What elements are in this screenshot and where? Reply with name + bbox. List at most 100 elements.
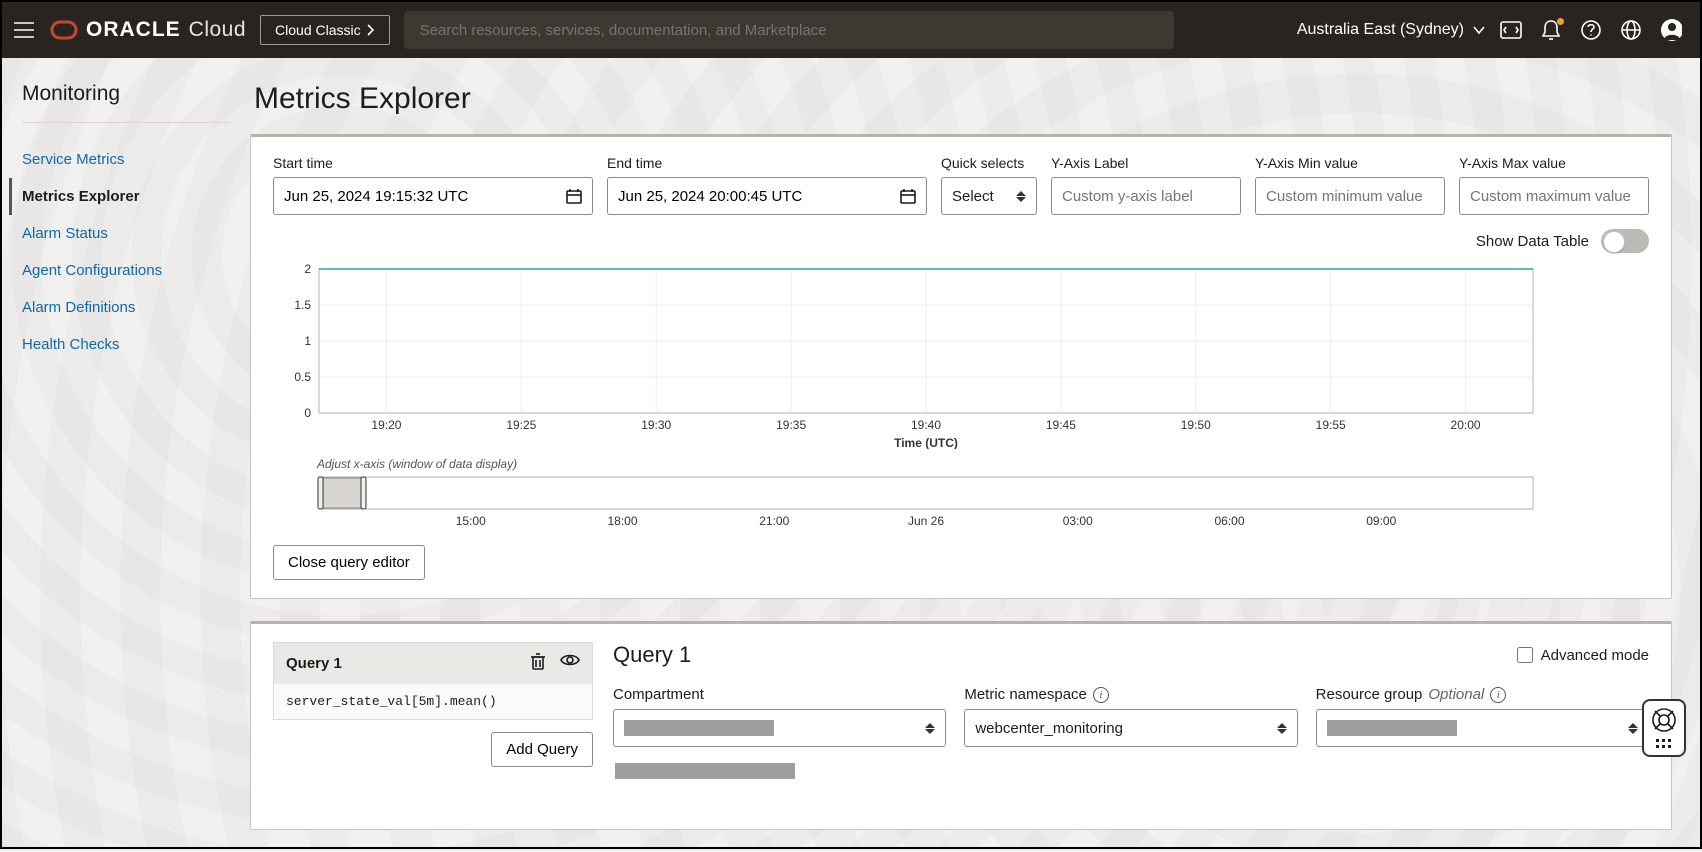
- grid-icon: [1656, 739, 1672, 749]
- select-stepper-icon: [925, 723, 935, 734]
- oracle-cloud-logo[interactable]: ORACLE Cloud: [50, 18, 246, 42]
- svg-text:19:55: 19:55: [1316, 418, 1346, 432]
- header-icons: [1500, 19, 1690, 41]
- svg-text:15:00: 15:00: [456, 514, 486, 528]
- calendar-icon: [899, 187, 916, 205]
- namespace-label: Metric namespace: [964, 686, 1087, 703]
- adjust-xaxis-label: Adjust x-axis (window of data display): [317, 457, 1649, 471]
- yaxis-max-input[interactable]: [1470, 188, 1638, 205]
- yaxis-min-field[interactable]: [1255, 177, 1445, 215]
- end-time-label: End time: [607, 155, 927, 171]
- compartment-label: Compartment: [613, 686, 704, 703]
- cloud-classic-button[interactable]: Cloud Classic: [260, 15, 390, 45]
- sidebar-item-health-checks[interactable]: Health Checks: [22, 326, 230, 363]
- sidebar-item-service-metrics[interactable]: Service Metrics: [22, 141, 230, 178]
- metrics-chart[interactable]: 0 0.5 1 1.5 2 19:20 19:25 19:30 19:35 19:40 19:45 1…: [273, 259, 1553, 449]
- profile-icon[interactable]: [1660, 19, 1682, 41]
- select-stepper-icon: [1016, 191, 1026, 202]
- svg-text:19:35: 19:35: [776, 418, 806, 432]
- sidebar-item-alarm-definitions[interactable]: Alarm Definitions: [22, 289, 230, 326]
- search-input[interactable]: [420, 22, 1158, 39]
- sidebar-item-agent-configurations[interactable]: Agent Configurations: [22, 252, 230, 289]
- advanced-mode-control[interactable]: Advanced mode: [1517, 647, 1649, 664]
- support-button[interactable]: [1642, 699, 1686, 757]
- svg-text:19:45: 19:45: [1046, 418, 1076, 432]
- menu-icon[interactable]: [12, 20, 36, 40]
- quick-selects-label: Quick selects: [941, 155, 1037, 171]
- svg-text:21:00: 21:00: [759, 514, 789, 528]
- help-icon[interactable]: [1580, 19, 1602, 41]
- quick-selects-value: Select: [952, 188, 994, 205]
- svg-text:Time (UTC): Time (UTC): [894, 436, 958, 449]
- yaxis-label-input[interactable]: [1062, 188, 1230, 205]
- svg-text:19:30: 19:30: [641, 418, 671, 432]
- show-data-table-label: Show Data Table: [1476, 233, 1589, 250]
- calendar-icon: [565, 187, 582, 205]
- lifebuoy-icon: [1651, 707, 1677, 733]
- svg-text:09:00: 09:00: [1366, 514, 1396, 528]
- svg-text:1.5: 1.5: [294, 298, 311, 312]
- chevron-down-icon: [1472, 25, 1486, 35]
- end-time-input[interactable]: [618, 188, 899, 205]
- chevron-right-icon: [367, 24, 375, 36]
- yaxis-max-label: Y-Axis Max value: [1459, 155, 1649, 171]
- svg-text:0: 0: [304, 406, 311, 420]
- svg-text:1: 1: [304, 334, 311, 348]
- controls-row: Start time End time Quick selects: [273, 155, 1649, 215]
- svg-text:Jun 26: Jun 26: [908, 514, 944, 528]
- query-code: server_state_val[5m].mean(): [274, 684, 592, 719]
- sidebar-title: Monitoring: [22, 82, 230, 106]
- notifications-icon[interactable]: [1540, 19, 1562, 41]
- compartment-path-redacted: [615, 763, 795, 779]
- dev-tools-icon[interactable]: [1500, 19, 1522, 41]
- svg-text:19:20: 19:20: [371, 418, 401, 432]
- xaxis-brush[interactable]: 15:0018:0021:00Jun 2603:0006:0009:00: [273, 475, 1553, 529]
- notification-dot: [1557, 18, 1564, 25]
- resource-group-select[interactable]: [1316, 709, 1649, 747]
- global-search[interactable]: [404, 11, 1174, 49]
- svg-text:2: 2: [304, 262, 311, 276]
- svg-text:18:00: 18:00: [607, 514, 637, 528]
- svg-text:19:50: 19:50: [1181, 418, 1211, 432]
- compartment-value-redacted: [624, 720, 774, 736]
- advanced-mode-checkbox[interactable]: [1517, 647, 1533, 663]
- chart-panel: Start time End time Quick selects: [250, 134, 1672, 599]
- start-time-input[interactable]: [284, 188, 565, 205]
- info-icon[interactable]: i: [1490, 687, 1506, 703]
- close-query-editor-button[interactable]: Close query editor: [273, 545, 425, 580]
- logo-cloud-text: Cloud: [189, 18, 246, 42]
- select-stepper-icon: [1277, 723, 1287, 734]
- sidebar-item-metrics-explorer[interactable]: Metrics Explorer: [9, 178, 230, 215]
- globe-icon[interactable]: [1620, 19, 1642, 41]
- region-selector[interactable]: Australia East (Sydney): [1297, 21, 1486, 39]
- yaxis-max-field[interactable]: [1459, 177, 1649, 215]
- svg-text:19:25: 19:25: [506, 418, 536, 432]
- compartment-select[interactable]: [613, 709, 946, 747]
- yaxis-min-input[interactable]: [1266, 188, 1434, 205]
- advanced-mode-label: Advanced mode: [1541, 647, 1649, 664]
- select-stepper-icon: [1628, 723, 1638, 734]
- svg-text:0.5: 0.5: [294, 370, 311, 384]
- add-query-button[interactable]: Add Query: [491, 732, 593, 767]
- info-icon[interactable]: i: [1093, 687, 1109, 703]
- sidebar-item-alarm-status[interactable]: Alarm Status: [22, 215, 230, 252]
- start-time-label: Start time: [273, 155, 593, 171]
- query-card: Query 1 server_state_val[5m].mean(): [273, 642, 593, 720]
- query-panel: Query 1 server_state_val[5m].mean() Add …: [250, 621, 1672, 830]
- svg-text:19:40: 19:40: [911, 418, 941, 432]
- visibility-icon[interactable]: [560, 653, 580, 674]
- sidebar: Monitoring Service Metrics Metrics Explo…: [2, 58, 250, 852]
- start-time-field[interactable]: [273, 177, 593, 215]
- region-label: Australia East (Sydney): [1297, 21, 1464, 39]
- svg-text:20:00: 20:00: [1451, 418, 1481, 432]
- yaxis-label-field[interactable]: [1051, 177, 1241, 215]
- query-main-title: Query 1: [613, 642, 691, 668]
- yaxis-label-label: Y-Axis Label: [1051, 155, 1241, 171]
- resource-group-value-redacted: [1327, 720, 1457, 736]
- namespace-select[interactable]: webcenter_monitoring: [964, 709, 1297, 747]
- quick-selects-dropdown[interactable]: Select: [941, 177, 1037, 215]
- show-data-table-toggle[interactable]: [1601, 229, 1649, 253]
- top-bar: ORACLE Cloud Cloud Classic Australia Eas…: [2, 2, 1700, 58]
- delete-query-icon[interactable]: [530, 653, 546, 674]
- end-time-field[interactable]: [607, 177, 927, 215]
